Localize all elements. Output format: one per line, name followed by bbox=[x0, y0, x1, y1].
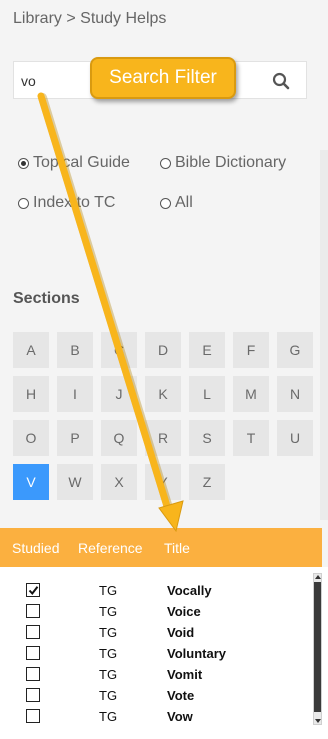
filter-label: Bible Dictionary bbox=[175, 154, 287, 171]
section-letter-o[interactable]: O bbox=[13, 420, 49, 456]
row-title[interactable]: Void bbox=[167, 625, 194, 640]
section-letter-c[interactable]: C bbox=[101, 332, 137, 368]
radio-topical-guide[interactable] bbox=[18, 157, 29, 169]
breadcrumb: Library > Study Helps bbox=[13, 10, 167, 27]
column-header-studied[interactable]: Studied bbox=[12, 540, 59, 556]
section-letter-r[interactable]: R bbox=[145, 420, 181, 456]
list-item[interactable]: TG Voice bbox=[0, 601, 310, 622]
list-column-headers: Studied Reference Title bbox=[0, 528, 322, 567]
studied-checkbox[interactable] bbox=[26, 646, 40, 660]
row-title[interactable]: Voice bbox=[167, 604, 201, 619]
filter-topical-guide[interactable]: Topical Guide bbox=[18, 154, 130, 172]
section-letter-a[interactable]: A bbox=[13, 332, 49, 368]
scroll-down-arrow-icon[interactable] bbox=[315, 719, 321, 723]
filter-label: Topical Guide bbox=[33, 154, 130, 171]
studied-checkbox[interactable] bbox=[26, 583, 40, 597]
row-reference: TG bbox=[99, 667, 118, 682]
row-title[interactable]: Voluntary bbox=[167, 646, 226, 661]
scroll-up-arrow-icon[interactable] bbox=[315, 575, 321, 579]
section-letter-n[interactable]: N bbox=[277, 376, 313, 412]
filter-label: All bbox=[175, 194, 193, 211]
section-letter-e[interactable]: E bbox=[189, 332, 225, 368]
row-reference: TG bbox=[99, 604, 118, 619]
row-title[interactable]: Vocally bbox=[167, 583, 212, 598]
section-letter-q[interactable]: Q bbox=[101, 420, 137, 456]
section-letter-m[interactable]: M bbox=[233, 376, 269, 412]
list-item[interactable]: TG Void bbox=[0, 622, 310, 643]
section-letter-v[interactable]: V bbox=[13, 464, 49, 500]
list-scrollbar-thumb[interactable] bbox=[314, 582, 321, 712]
radio-bible-dictionary[interactable] bbox=[160, 157, 171, 169]
row-reference: TG bbox=[99, 583, 118, 598]
list-item[interactable]: TG Voluntary bbox=[0, 643, 310, 664]
section-letter-f[interactable]: F bbox=[233, 332, 269, 368]
filter-label: Index to TC bbox=[33, 194, 116, 211]
studied-checkbox[interactable] bbox=[26, 604, 40, 618]
search-filter-callout: Search Filter bbox=[90, 57, 236, 99]
section-letter-k[interactable]: K bbox=[145, 376, 181, 412]
search-input-value: vo bbox=[21, 73, 36, 89]
studied-checkbox[interactable] bbox=[26, 709, 40, 723]
section-letter-l[interactable]: L bbox=[189, 376, 225, 412]
section-letter-h[interactable]: H bbox=[13, 376, 49, 412]
radio-index-to-tc[interactable] bbox=[18, 197, 29, 209]
section-letter-p[interactable]: P bbox=[57, 420, 93, 456]
filter-bible-dictionary[interactable]: Bible Dictionary bbox=[160, 154, 286, 172]
section-letter-y[interactable]: Y bbox=[145, 464, 181, 500]
list-item[interactable]: TG Vocally bbox=[0, 580, 310, 601]
section-letter-z[interactable]: Z bbox=[189, 464, 225, 500]
list-item[interactable]: TG Vomit bbox=[0, 664, 310, 685]
section-letter-j[interactable]: J bbox=[101, 376, 137, 412]
list-item[interactable]: TG Vow bbox=[0, 706, 310, 727]
list-scrollbar[interactable] bbox=[313, 573, 322, 725]
row-reference: TG bbox=[99, 646, 118, 661]
section-letter-s[interactable]: S bbox=[189, 420, 225, 456]
studied-checkbox[interactable] bbox=[26, 625, 40, 639]
list-item[interactable]: TG Vote bbox=[0, 685, 310, 706]
section-letter-g[interactable]: G bbox=[277, 332, 313, 368]
sections-heading: Sections bbox=[13, 290, 80, 307]
studied-checkbox[interactable] bbox=[26, 688, 40, 702]
filter-all[interactable]: All bbox=[160, 194, 193, 212]
row-reference: TG bbox=[99, 688, 118, 703]
section-letter-b[interactable]: B bbox=[57, 332, 93, 368]
section-letter-u[interactable]: U bbox=[277, 420, 313, 456]
filter-index-to-tc[interactable]: Index to TC bbox=[18, 194, 115, 212]
radio-all[interactable] bbox=[160, 197, 171, 209]
section-letter-i[interactable]: I bbox=[57, 376, 93, 412]
row-title[interactable]: Vomit bbox=[167, 667, 202, 682]
column-header-title[interactable]: Title bbox=[164, 540, 190, 556]
check-icon bbox=[28, 585, 38, 595]
row-reference: TG bbox=[99, 709, 118, 724]
studied-checkbox[interactable] bbox=[26, 667, 40, 681]
section-letter-t[interactable]: T bbox=[233, 420, 269, 456]
section-letter-w[interactable]: W bbox=[57, 464, 93, 500]
row-title[interactable]: Vow bbox=[167, 709, 193, 724]
row-title[interactable]: Vote bbox=[167, 688, 194, 703]
section-letter-x[interactable]: X bbox=[101, 464, 137, 500]
search-icon[interactable] bbox=[272, 72, 290, 90]
column-header-reference[interactable]: Reference bbox=[78, 540, 143, 556]
row-reference: TG bbox=[99, 625, 118, 640]
page-scrollbar[interactable] bbox=[320, 150, 328, 520]
section-letter-d[interactable]: D bbox=[145, 332, 181, 368]
